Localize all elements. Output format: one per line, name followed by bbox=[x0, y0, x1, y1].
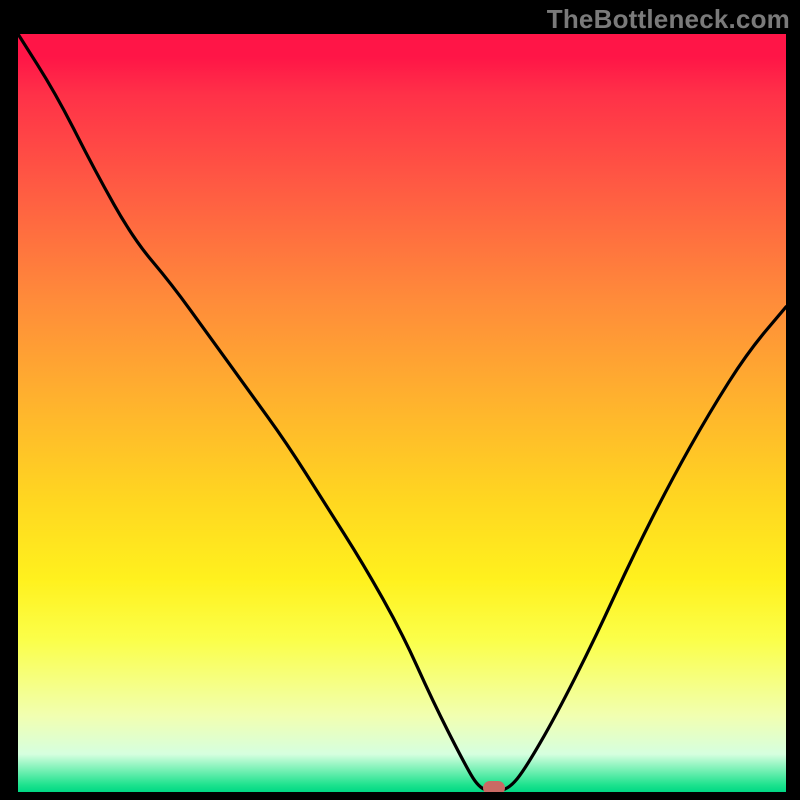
watermark-text: TheBottleneck.com bbox=[547, 4, 790, 35]
chart-container: TheBottleneck.com bbox=[0, 0, 800, 800]
bottleneck-curve bbox=[18, 34, 786, 792]
plot-area bbox=[18, 34, 786, 792]
optimal-point-marker bbox=[483, 781, 505, 792]
